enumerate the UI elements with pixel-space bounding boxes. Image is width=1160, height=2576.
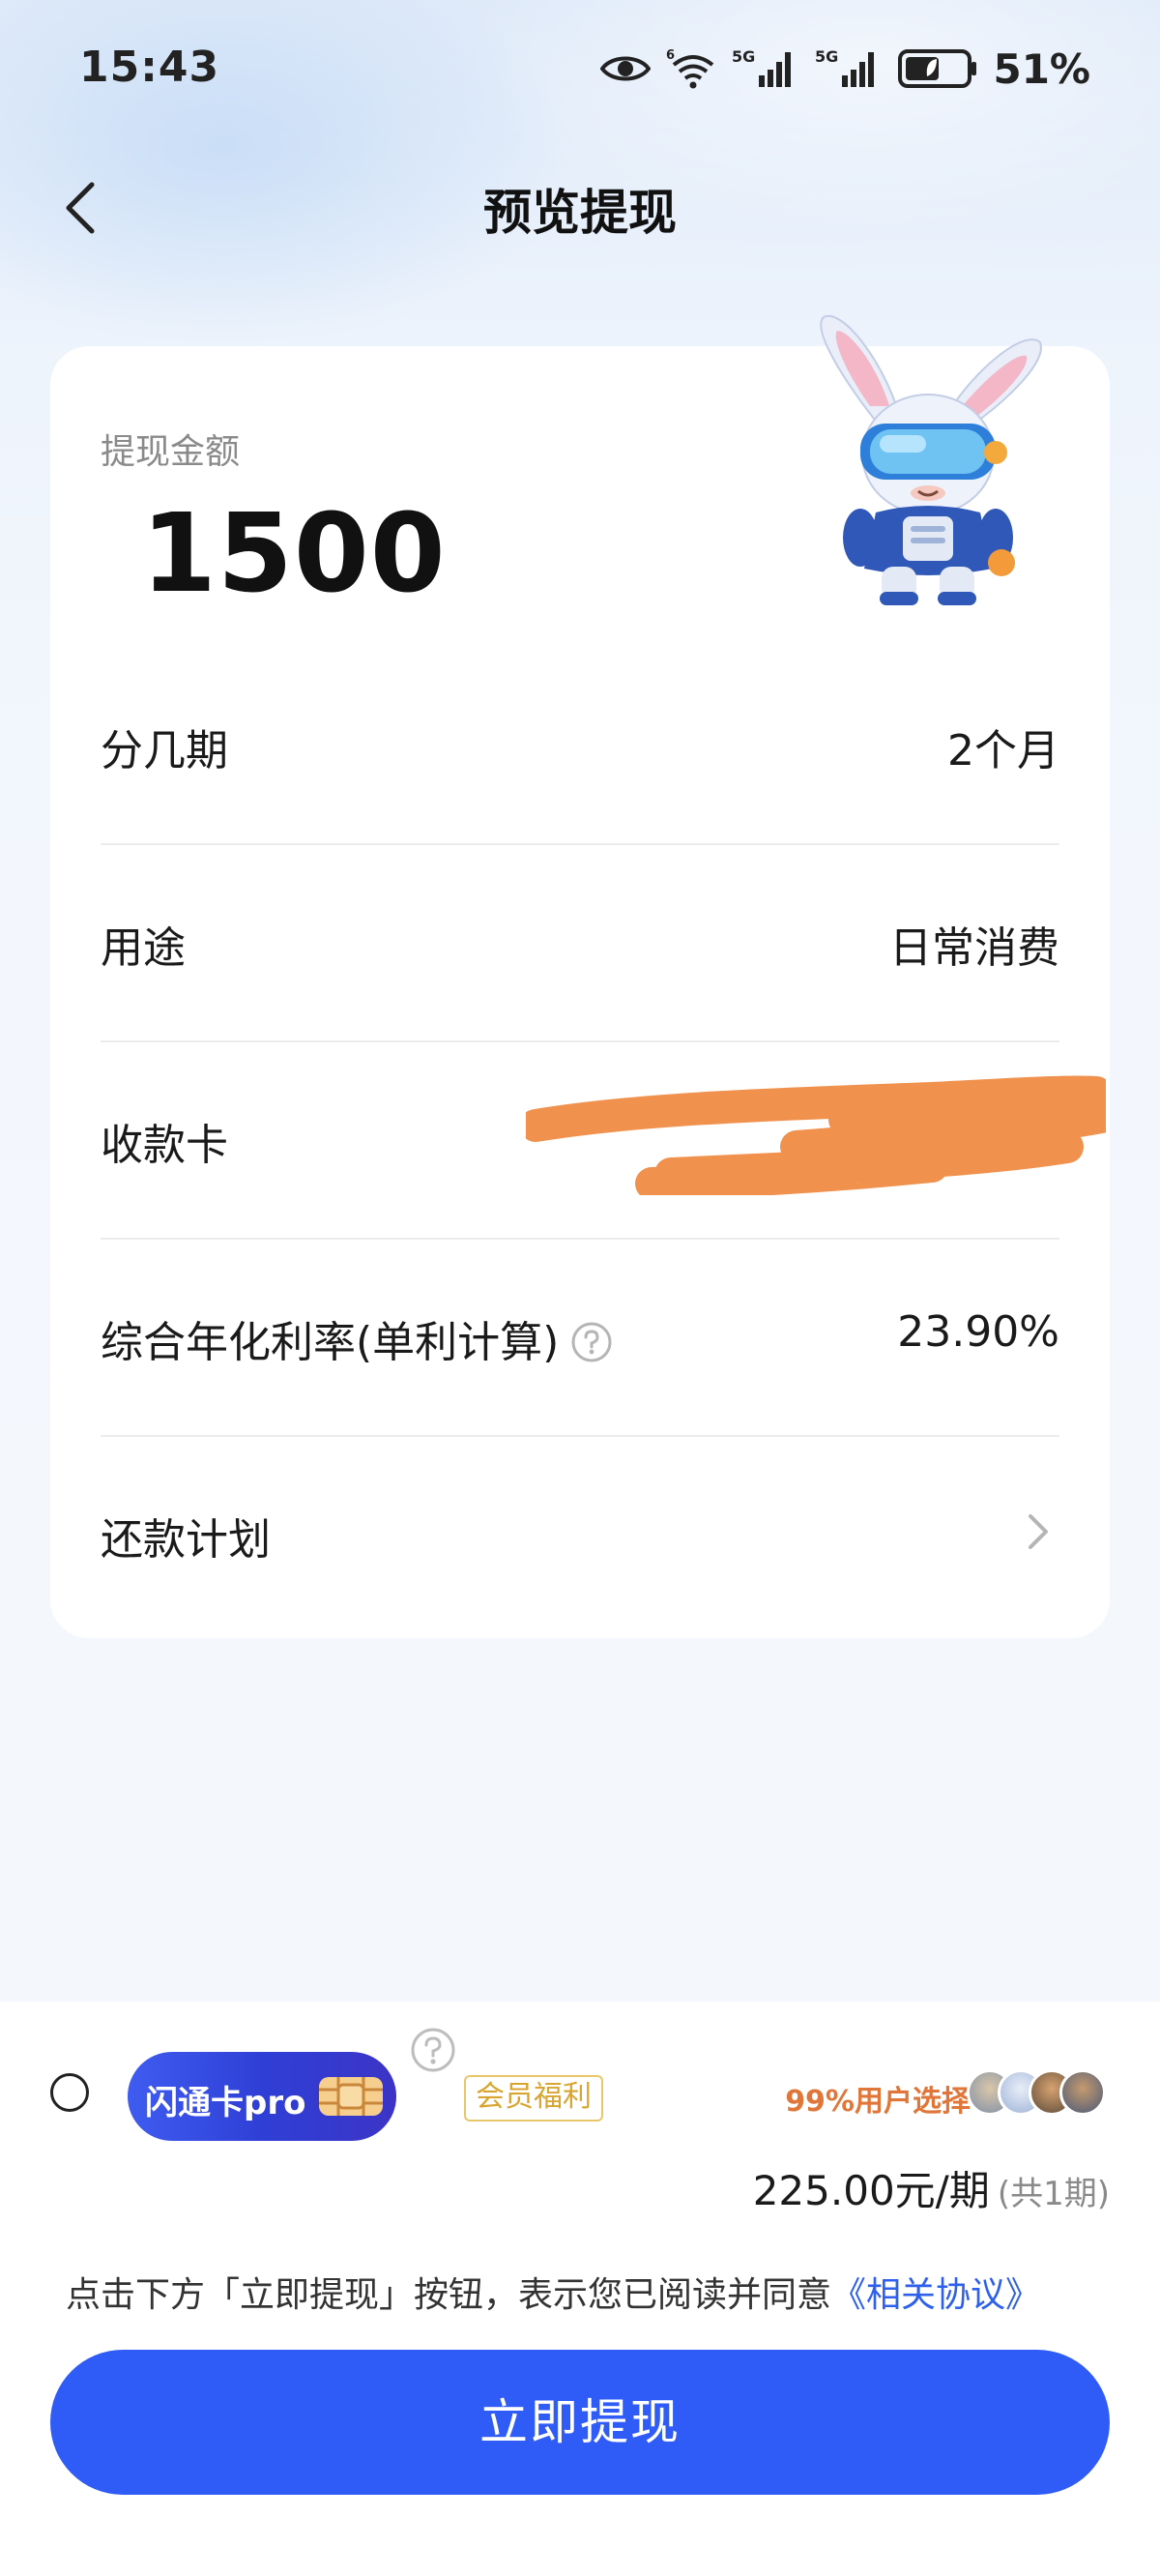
row-value: 23.90% — [897, 1307, 1059, 1357]
price-per-period: 225.00元/期 — [752, 2167, 990, 2214]
page-title: 预览提现 — [483, 185, 677, 241]
agreement-link[interactable]: 《相关协议》 — [831, 2275, 1040, 2315]
withdraw-now-button[interactable]: 立即提现 — [50, 2350, 1110, 2495]
battery-icon — [898, 49, 977, 88]
status-bar: 15:43 6 5G 5G 51% — [0, 0, 1160, 135]
user-avatars — [967, 2069, 1112, 2122]
receiving-card-row[interactable]: 收款卡 — [101, 1042, 1106, 1240]
row-label: 还款计划 — [101, 1515, 271, 1565]
purpose-row[interactable]: 用途 日常消费 — [101, 845, 1059, 1042]
svg-text:5G: 5G — [815, 47, 838, 66]
wifi-icon: 6 — [666, 47, 716, 90]
row-label: 综合年化利率(单利计算) — [101, 1307, 613, 1369]
amount-label: 提现金额 — [101, 432, 241, 472]
period-count: (共1期) — [997, 2175, 1110, 2213]
svg-text:6: 6 — [666, 48, 675, 63]
amount-value: 1500 — [141, 491, 447, 617]
row-label: 分几期 — [101, 726, 228, 776]
membership-radio[interactable] — [50, 2073, 89, 2112]
signal-5g-icon: 5G — [815, 46, 883, 91]
membership-price: 225.00元/期 (共1期) — [753, 2158, 1110, 2217]
member-benefit-tag: 会员福利 — [464, 2075, 603, 2122]
battery-percentage: 51% — [993, 44, 1090, 93]
agreement-text: 点击下方「立即提现」按钮，表示您已阅读并同意 — [66, 2275, 832, 2315]
row-label: 收款卡 — [101, 1121, 228, 1170]
repayment-plan-row[interactable]: 还款计划 — [101, 1437, 1059, 1634]
row-value: 日常消费 — [889, 923, 1059, 973]
avatar — [1059, 2069, 1106, 2116]
navigation-bar: 预览提现 — [0, 155, 1160, 261]
interest-rate-row: 综合年化利率(单利计算) 23.90% — [101, 1240, 1059, 1437]
row-label: 用途 — [101, 923, 186, 973]
eye-icon — [600, 52, 652, 85]
help-icon[interactable] — [410, 2027, 456, 2073]
chevron-right-icon — [1029, 1514, 1048, 1549]
status-time: 15:43 — [79, 43, 220, 92]
card-chip-icon — [319, 2077, 383, 2116]
interest-rate-label: 综合年化利率(单利计算) — [101, 1318, 560, 1367]
help-icon[interactable] — [570, 1321, 613, 1363]
badge-label: 闪通卡pro — [145, 2084, 306, 2122]
redaction-scribble — [526, 1075, 1106, 1195]
installment-row[interactable]: 分几期 2个月 — [101, 648, 1059, 845]
row-value: 2个月 — [947, 726, 1059, 776]
user-choice-text: 99%用户选择 — [785, 2085, 971, 2119]
rabbit-mascot-image — [820, 314, 1042, 605]
agreement-notice: 点击下方「立即提现」按钮，表示您已阅读并同意《相关协议》 — [66, 2267, 1040, 2317]
membership-pro-badge[interactable]: 闪通卡pro — [128, 2052, 396, 2141]
svg-text:5G: 5G — [732, 47, 755, 66]
signal-5g-icon: 5G — [732, 46, 799, 91]
status-icons: 6 5G 5G 51% — [600, 44, 1090, 93]
